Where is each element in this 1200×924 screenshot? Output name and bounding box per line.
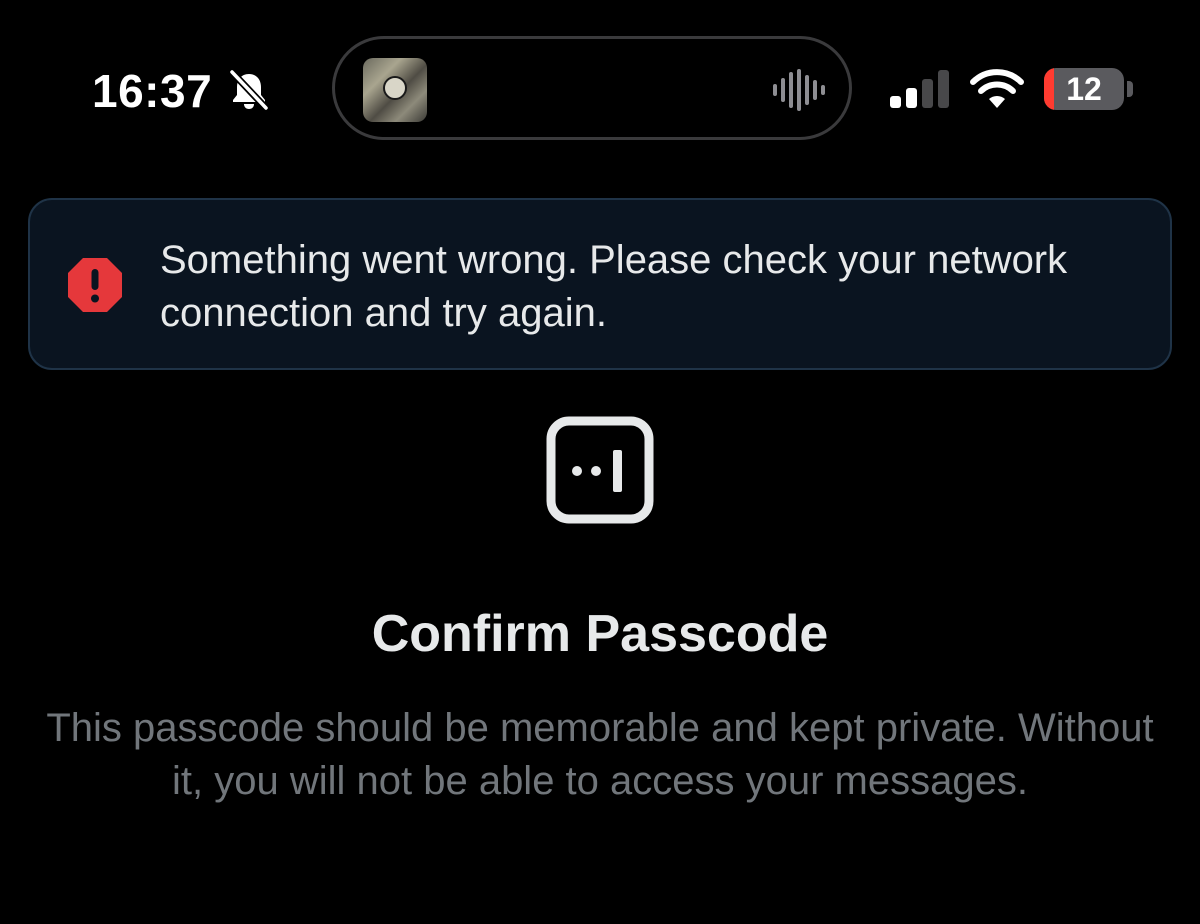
wifi-icon bbox=[970, 69, 1024, 108]
battery-cap bbox=[1127, 81, 1133, 97]
dynamic-island[interactable] bbox=[332, 36, 852, 140]
signal-bar-2 bbox=[906, 88, 917, 108]
signal-bar-1 bbox=[890, 96, 901, 108]
passcode-icon bbox=[546, 416, 654, 524]
error-message: Something went wrong. Please check your … bbox=[160, 238, 1068, 335]
bell-slash-icon bbox=[228, 68, 270, 112]
artwork-seal-logo bbox=[383, 76, 407, 100]
cell-signal-icon bbox=[890, 70, 949, 108]
error-banner: Something went wrong. Please check your … bbox=[28, 198, 1172, 370]
page-title: Confirm Passcode bbox=[371, 605, 829, 663]
error-octagon-icon bbox=[68, 258, 122, 312]
status-bar: 16:37 12 bbox=[0, 0, 1200, 170]
now-playing-artwork[interactable] bbox=[363, 58, 427, 122]
waveform-icon bbox=[773, 69, 825, 111]
battery-indicator: 12 bbox=[1044, 68, 1124, 110]
page-description: This passcode should be memorable and ke… bbox=[46, 706, 1154, 803]
battery-level: 12 bbox=[1066, 71, 1102, 107]
signal-bar-3 bbox=[922, 79, 933, 108]
status-time: 16:37 bbox=[92, 65, 213, 117]
signal-bar-4 bbox=[938, 70, 949, 108]
